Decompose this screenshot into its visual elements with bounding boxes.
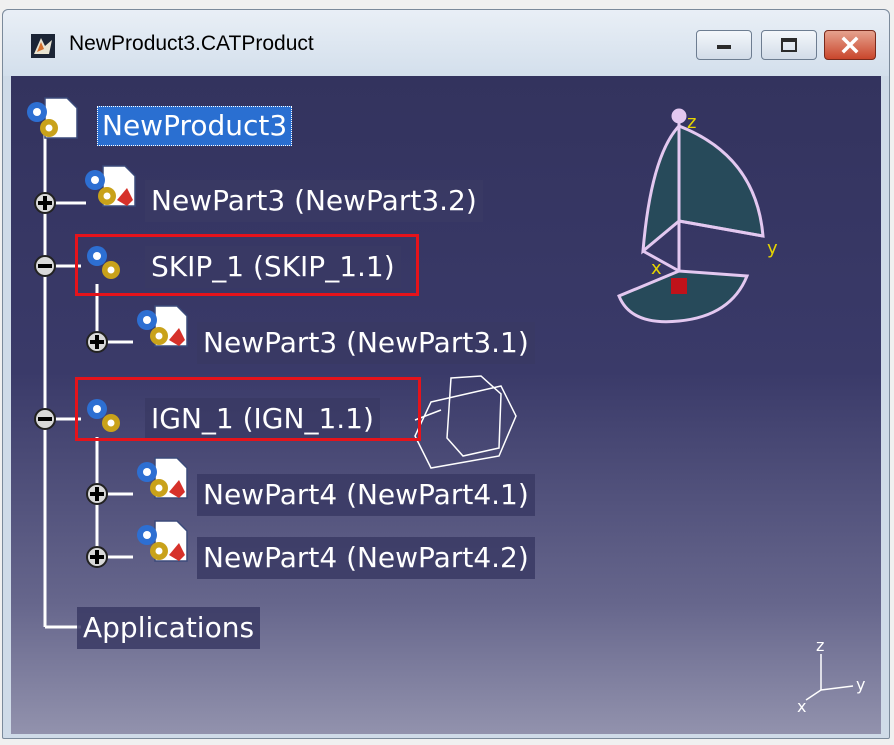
close-icon [841, 36, 859, 54]
compass-z-label: z [687, 112, 696, 133]
tree-item-1-label[interactable]: NewPart3 (NewPart3.2) [145, 180, 483, 222]
tree-item-3-label[interactable]: NewPart3 (NewPart3.1) [197, 322, 535, 364]
tree-item-6-label[interactable]: NewPart4 (NewPart4.2) [197, 537, 535, 579]
part-icon-3[interactable] [137, 305, 188, 347]
window-title: NewProduct3.CATProduct [69, 32, 314, 55]
part-icon-1[interactable] [85, 165, 136, 207]
triad-y-label: y [856, 675, 865, 694]
triad-x-label: x [797, 697, 806, 716]
minimize-button[interactable] [696, 30, 752, 60]
compass-x-label: x [651, 258, 662, 279]
expand-button-5[interactable] [86, 483, 108, 505]
part-icon-5[interactable] [137, 457, 188, 499]
tree-root-label[interactable]: NewProduct3 [97, 106, 293, 146]
collapse-button-2[interactable] [34, 255, 56, 277]
collapse-button-4[interactable] [34, 408, 56, 430]
highlight-box-skip [75, 234, 419, 296]
maximize-button[interactable] [761, 30, 817, 60]
catia-app-icon[interactable] [31, 34, 55, 58]
expand-button-6[interactable] [86, 546, 108, 568]
part-icon-6[interactable] [137, 520, 188, 562]
expand-button-1[interactable] [34, 192, 56, 214]
compass-z-handle [671, 108, 687, 124]
tree-item-5-label[interactable]: NewPart4 (NewPart4.1) [197, 474, 535, 516]
axis-triad [805, 654, 854, 701]
compass-y-label: y [767, 238, 778, 259]
3d-viewport[interactable]: z y x z y x NewProduct3 NewPart3 (NewPar… [11, 76, 881, 734]
highlight-box-ign [75, 377, 421, 441]
triad-z-label: z [816, 636, 824, 655]
catia-window: NewProduct3.CATProduct z y x z y x NewPr… [2, 9, 890, 739]
compass-origin-handle [671, 278, 687, 294]
wireframe-box-icon [414, 375, 517, 469]
title-bar[interactable]: NewProduct3.CATProduct [3, 10, 889, 76]
minimize-icon [717, 45, 731, 49]
close-button[interactable] [824, 30, 876, 60]
tree-applications-label[interactable]: Applications [77, 607, 261, 649]
expand-button-3[interactable] [86, 331, 108, 353]
compass-widget[interactable] [617, 108, 765, 324]
restore-icon [781, 38, 797, 52]
product-icon-root[interactable] [27, 97, 78, 139]
